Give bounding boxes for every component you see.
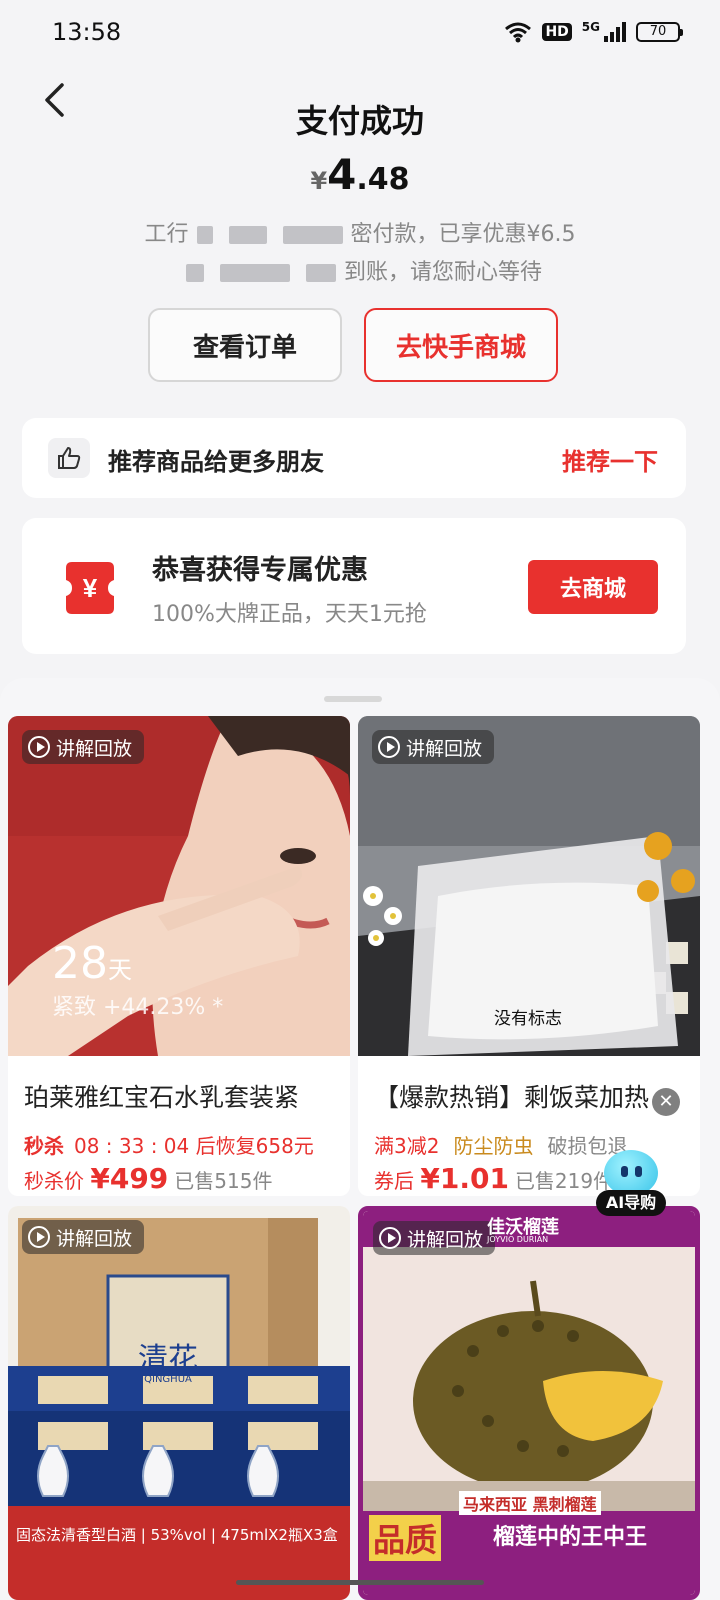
replay-badge: 讲解回放 — [372, 730, 495, 764]
restore-text: 后恢复658元 — [195, 1134, 314, 1158]
price-currency: ¥ — [420, 1162, 440, 1195]
redacted-block — [305, 264, 336, 282]
replay-badge-label: 讲解回放 — [406, 737, 483, 760]
play-icon — [379, 1227, 401, 1249]
product-spec-banner: 固态法清香型白酒 | 53%vol | 475mlX2瓶X3盒 — [16, 1526, 338, 1544]
hd-icon: HD — [542, 23, 572, 41]
slogan-text: 榴莲中的王中王 — [493, 1525, 648, 1550]
replay-badge: 讲解回放 — [373, 1221, 496, 1255]
battery-icon: 70 — [636, 22, 683, 42]
amount-integer: 4 — [327, 150, 357, 199]
overlay-caption: 没有标志 — [494, 1009, 562, 1029]
signal-icon — [604, 22, 626, 42]
payment-amount: ¥4.48 — [0, 150, 720, 199]
close-icon[interactable]: ✕ — [652, 1088, 680, 1116]
brand-en: JOYVIO DURIAN — [487, 1235, 549, 1244]
redacted-block — [219, 264, 290, 282]
recommend-card[interactable]: 推荐商品给更多朋友 推荐一下 — [22, 418, 686, 498]
brand-en: QINGHUA — [144, 1374, 192, 1385]
status-bar: 13:58 HD 5G 70 — [0, 0, 720, 64]
sold-count: 已售515件 — [174, 1169, 273, 1193]
price-label: 秒杀价 — [24, 1169, 84, 1193]
brand-logo: 清花 — [138, 1342, 198, 1377]
seckill-label: 秒杀 — [24, 1134, 64, 1158]
redacted-block — [185, 264, 204, 282]
overlay-days: 28 — [52, 938, 108, 989]
view-order-button[interactable]: 查看订单 — [148, 308, 342, 382]
recommend-text: 推荐商品给更多朋友 — [108, 448, 324, 476]
go-mall-button[interactable]: 去快手商城 — [364, 308, 558, 382]
price-value: 1.01 — [439, 1162, 509, 1195]
arrival-text: 到账，请您耐心等待 — [343, 260, 542, 285]
product-overlay: 28天 紧致 +44.23% * — [52, 938, 223, 1021]
countdown: 08 : 33 : 04 — [74, 1134, 190, 1158]
feature-tag: 防尘防虫 — [453, 1134, 534, 1158]
recommend-action-link[interactable]: 推荐一下 — [562, 442, 658, 477]
ai-assistant-label: AI导购 — [596, 1190, 666, 1216]
price-line: 券后 ¥1.01 已售219件 — [374, 1162, 613, 1195]
replay-badge-label: 讲解回放 — [56, 737, 133, 760]
network-type: 5G — [581, 20, 600, 34]
wifi-icon — [505, 22, 532, 43]
product-card[interactable]: 讲解回放 佳沃榴莲 JOYVIO DURIAN 马来西亚 黑刺榴莲 品质 榴莲中… — [358, 1206, 700, 1600]
product-card[interactable]: 讲解回放 清花 QINGHUA 固态法清香型白酒 | 53%vol | 475m… — [8, 1206, 350, 1600]
overlay-unit: 天 — [108, 956, 132, 984]
promo-tag: 满3减2 — [374, 1134, 440, 1158]
drag-handle[interactable] — [324, 696, 382, 702]
price-currency: ¥ — [90, 1162, 110, 1195]
coupon-yen-icon: ¥ — [66, 562, 114, 614]
replay-badge-label: 讲解回放 — [407, 1228, 484, 1251]
play-icon — [28, 736, 50, 758]
svg-text:¥: ¥ — [83, 573, 98, 603]
thumbs-up-icon — [48, 438, 90, 478]
play-icon — [378, 736, 400, 758]
home-indicator[interactable] — [236, 1580, 484, 1585]
payment-method-text: 密付款，已享优惠¥6.5 — [350, 222, 576, 247]
status-time: 13:58 — [52, 18, 122, 46]
price-label: 券后 — [374, 1169, 414, 1193]
amount-decimal: .48 — [356, 162, 410, 197]
page-title: 支付成功 — [295, 102, 424, 140]
replay-badge: 讲解回放 — [22, 730, 145, 764]
product-card[interactable]: 讲解回放 没有标志 【爆款热销】剩饭菜加热 满3减2 防尘防虫 破损包退 券后 ¥1… — [358, 716, 700, 1196]
product-card[interactable]: 讲解回放 28天 紧致 +44.23% * 珀莱雅红宝石水乳套装紧 秒杀 08 :… — [8, 716, 350, 1196]
product-title: 珀莱雅红宝石水乳套装紧 — [24, 1083, 300, 1112]
price-line: 秒杀价 ¥499 已售515件 — [24, 1162, 272, 1195]
replay-badge: 讲解回放 — [22, 1220, 145, 1254]
redacted-block — [228, 226, 267, 244]
origin-tag: 马来西亚 黑刺榴莲 — [459, 1491, 601, 1515]
seckill-line: 秒杀 08 : 33 : 04 后恢复658元 — [24, 1130, 314, 1159]
payment-info-line-1: 工行 密付款，已享优惠¥6.5 — [0, 216, 720, 248]
play-icon — [28, 1226, 50, 1248]
coupon-card: ¥ 恭喜获得专属优惠 100%大牌正品，天天1元抢 去商城 — [22, 518, 686, 654]
price-value: 499 — [109, 1162, 169, 1195]
payment-info-line-2: 到账，请您耐心等待 — [0, 254, 720, 286]
overlay-text: 紧致 +44.23% * — [52, 995, 224, 1020]
product-title: 【爆款热销】剩饭菜加热 — [374, 1083, 650, 1112]
coupon-mall-button[interactable]: 去商城 — [528, 560, 658, 614]
replay-badge-label: 讲解回放 — [56, 1227, 133, 1250]
status-icons: HD 5G 70 — [504, 18, 683, 46]
redacted-block — [282, 226, 343, 244]
quality-tag: 品质 — [369, 1515, 442, 1561]
currency-symbol: ¥ — [310, 167, 328, 195]
coupon-title: 恭喜获得专属优惠 — [152, 555, 368, 586]
coupon-subtitle: 100%大牌正品，天天1元抢 — [152, 602, 427, 627]
ai-assistant-button[interactable]: AI导购 — [596, 1150, 666, 1218]
bank-name: 工行 — [144, 222, 189, 247]
redacted-block — [196, 226, 213, 244]
